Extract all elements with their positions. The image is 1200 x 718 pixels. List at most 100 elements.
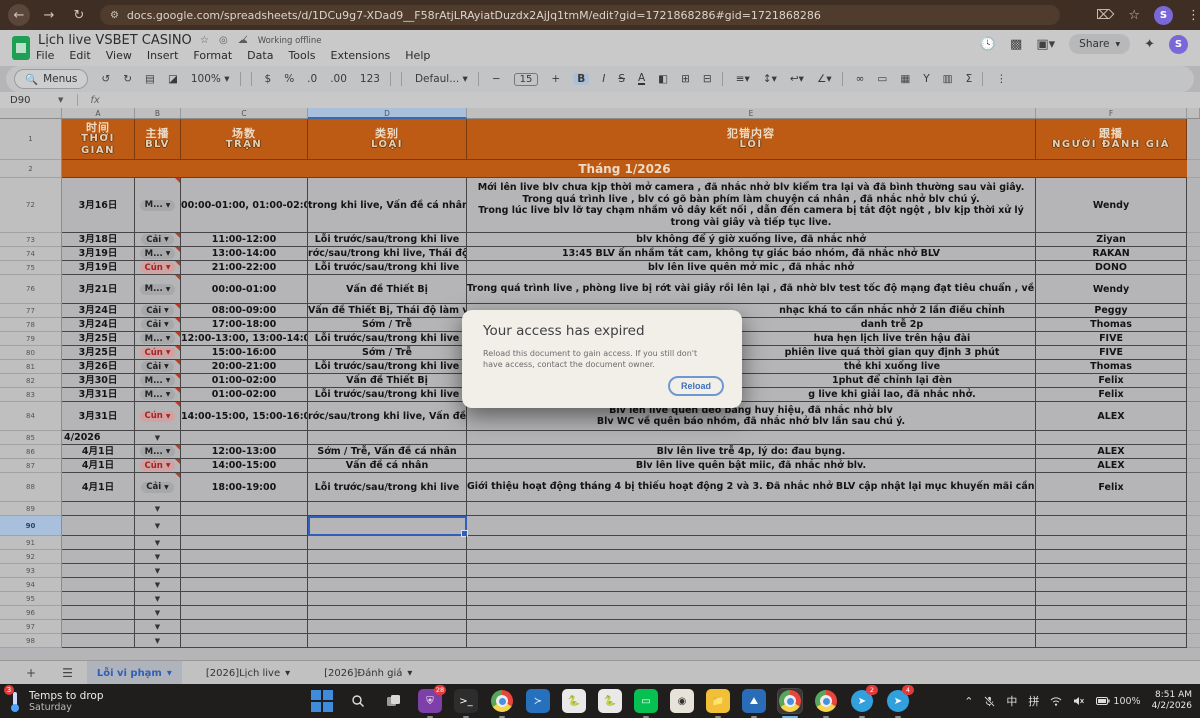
cell-F79[interactable]: FIVE	[1036, 332, 1187, 346]
cell-B92[interactable]: ▼	[135, 550, 181, 564]
cell-F89[interactable]	[1036, 502, 1187, 516]
cell-E97[interactable]	[467, 620, 1036, 634]
taskbar-chrome-profile-icon[interactable]	[490, 689, 514, 713]
blv-dropdown-chip[interactable]: M...▼	[140, 200, 176, 211]
menu-file[interactable]: File	[36, 49, 54, 62]
bookmark-star-icon[interactable]: ☆	[1128, 8, 1140, 23]
menu-tools[interactable]: Tools	[288, 49, 315, 62]
cell-A80[interactable]: 3月25日	[62, 346, 135, 360]
cell-F76[interactable]: Wendy	[1036, 275, 1187, 304]
menu-insert[interactable]: Insert	[147, 49, 179, 62]
cell-C83[interactable]: 01:00-02:00	[181, 388, 308, 402]
meet-camera-icon[interactable]: ▣▾	[1036, 37, 1055, 52]
cell-C84[interactable]: 14:00-15:00, 15:00-16:00	[181, 402, 308, 431]
chevron-down-icon[interactable]: ▼	[155, 567, 160, 575]
menu-edit[interactable]: Edit	[69, 49, 90, 62]
gemini-icon[interactable]: ✦	[1144, 37, 1155, 52]
cell-F93[interactable]	[1036, 564, 1187, 578]
toolbar-sum-icon[interactable]: Σ	[966, 73, 973, 85]
cell-D80[interactable]: Sớm / Trễ	[308, 346, 467, 360]
site-settings-icon[interactable]: ⚙	[110, 10, 119, 21]
cell-D86[interactable]: Sớm / Trễ, Vấn đề cá nhân	[308, 445, 467, 459]
blv-dropdown-chip[interactable]: M...▼	[140, 333, 176, 344]
blv-dropdown-chip[interactable]: Cải▼	[141, 234, 174, 245]
header-cell-F[interactable]: 跟播NGƯỜI ĐÁNH GIÁ	[1036, 119, 1187, 160]
blv-dropdown-chip[interactable]: M...▼	[140, 375, 176, 386]
toolbar-undo-icon[interactable]: ↺	[101, 73, 110, 85]
tray-expand-icon[interactable]: ⌃	[964, 695, 973, 708]
cell-B78[interactable]: Cải▼	[135, 318, 181, 332]
reload-icon[interactable]: ↻	[68, 4, 90, 26]
account-avatar[interactable]: S	[1169, 35, 1188, 54]
taskbar-search-icon[interactable]	[346, 689, 370, 713]
taskbar-start-icon[interactable]	[310, 689, 334, 713]
header-cell-D[interactable]: 类别LOẠI	[308, 119, 467, 160]
cell-A79[interactable]: 3月25日	[62, 332, 135, 346]
row-header-97[interactable]: 97	[0, 620, 62, 634]
browser-avatar[interactable]: S	[1154, 6, 1173, 25]
row-header-95[interactable]: 95	[0, 592, 62, 606]
cell-E88[interactable]: Giới thiệu hoạt động tháng 4 bị thiếu ho…	[467, 473, 1036, 502]
cell-E96[interactable]	[467, 606, 1036, 620]
cell-D90[interactable]	[308, 516, 467, 536]
blv-dropdown-chip[interactable]: Cún▼	[140, 347, 176, 358]
add-sheet-icon[interactable]: +	[26, 666, 36, 680]
browser-menu-icon[interactable]: ⋮	[1187, 8, 1200, 23]
row-header-2[interactable]: 2	[0, 160, 62, 178]
column-header-B[interactable]: B	[135, 108, 181, 119]
cell-A93[interactable]	[62, 564, 135, 578]
move-folder-icon[interactable]: ◎	[219, 35, 228, 46]
cell-D82[interactable]: Vấn đề Thiết Bị	[308, 374, 467, 388]
cell-B81[interactable]: Cải▼	[135, 360, 181, 374]
zoom-select[interactable]: 100% ▾	[191, 73, 230, 85]
cell-A73[interactable]: 3月18日	[62, 233, 135, 247]
row-header-78[interactable]: 78	[0, 318, 62, 332]
cell-A98[interactable]	[62, 634, 135, 648]
toolbar-strikethrough-icon[interactable]: S	[618, 73, 625, 85]
cell-B87[interactable]: Cún▼	[135, 459, 181, 473]
cell-D96[interactable]	[308, 606, 467, 620]
column-header-E[interactable]: E	[467, 108, 1036, 119]
cell-E95[interactable]	[467, 592, 1036, 606]
cell-B93[interactable]: ▼	[135, 564, 181, 578]
menus-search-button[interactable]: 🔍 Menus	[14, 69, 88, 89]
cell-F95[interactable]	[1036, 592, 1187, 606]
toolbar-merge-cells-icon[interactable]: ⊟	[703, 73, 712, 85]
toolbar-chart-icon[interactable]: ▦	[900, 73, 910, 85]
toolbar-paint-format-icon[interactable]: ◪	[168, 73, 178, 85]
cell-E73[interactable]: blv không để ý giờ xuống live, đã nhắc n…	[467, 233, 1036, 247]
column-header-D[interactable]: D	[308, 108, 467, 119]
header-cell-E[interactable]: 犯错内容LỖI	[467, 119, 1036, 160]
cell-C85[interactable]	[181, 431, 308, 445]
column-header-A[interactable]: A	[62, 108, 135, 119]
toolbar-more-icon[interactable]: ⋮	[996, 73, 1007, 85]
cell-B85[interactable]: ▼	[135, 431, 181, 445]
toolbar-text-color-icon[interactable]: A	[638, 73, 645, 85]
cell-B75[interactable]: Cún▼	[135, 261, 181, 275]
chevron-down-icon[interactable]: ▼	[155, 434, 160, 442]
cell-E76[interactable]: Trong quá trình live , phòng live bị rớt…	[467, 275, 1036, 304]
cell-E94[interactable]	[467, 578, 1036, 592]
cell-E92[interactable]	[467, 550, 1036, 564]
sheet-tab-2[interactable]: [2026]Lịch live▼	[196, 661, 300, 685]
cell-B72[interactable]: M...▼	[135, 178, 181, 233]
cell-A81[interactable]: 3月26日	[62, 360, 135, 374]
cell-B94[interactable]: ▼	[135, 578, 181, 592]
cell-E93[interactable]	[467, 564, 1036, 578]
toolbar-text-rotate-icon[interactable]: ∠▾	[817, 73, 832, 85]
row-header-76[interactable]: 76	[0, 275, 62, 304]
cell-A74[interactable]: 3月19日	[62, 247, 135, 261]
cell-A84[interactable]: 3月31日	[62, 402, 135, 431]
toolbar-print-icon[interactable]: ▤	[145, 73, 155, 85]
cell-C98[interactable]	[181, 634, 308, 648]
chevron-down-icon[interactable]: ▼	[155, 609, 160, 617]
cell-C89[interactable]	[181, 502, 308, 516]
row-header-77[interactable]: 77	[0, 304, 62, 318]
toolbar-vertical-align-icon[interactable]: ↕▾	[763, 73, 777, 85]
taskbar-copilot-icon[interactable]: ◉	[670, 689, 694, 713]
cell-B95[interactable]: ▼	[135, 592, 181, 606]
month-band[interactable]: Tháng 1/2026	[62, 160, 1187, 178]
cell-D75[interactable]: Lỗi trước/sau/trong khi live	[308, 261, 467, 275]
cell-B90[interactable]: ▼	[135, 516, 181, 536]
cell-D98[interactable]	[308, 634, 467, 648]
